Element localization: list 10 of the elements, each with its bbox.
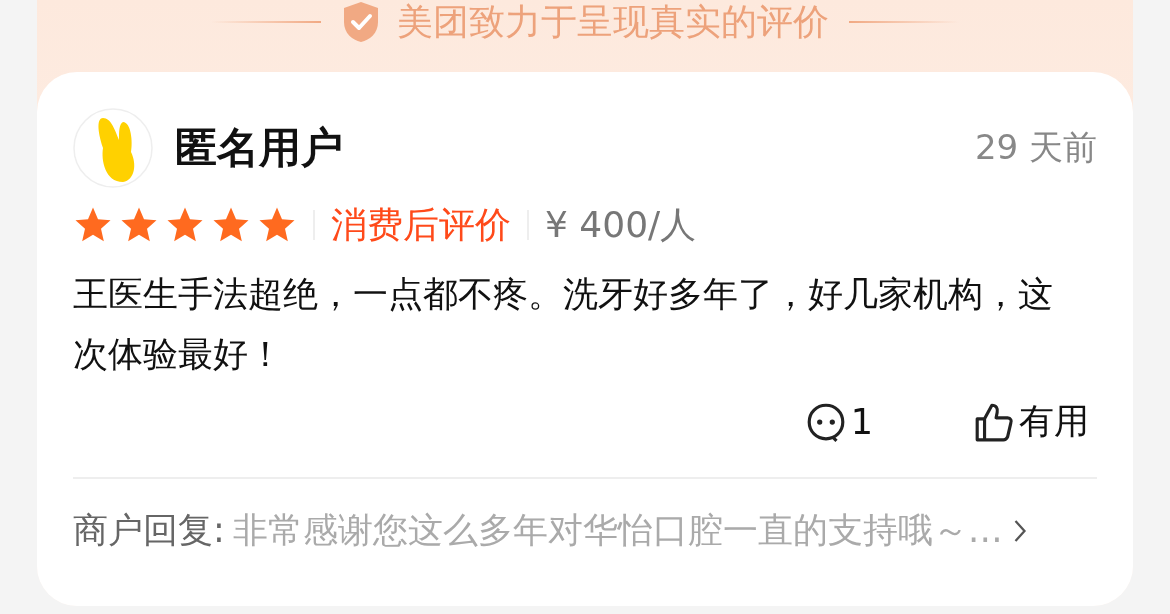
price-per-person: ¥ 400/人 [545,202,697,247]
review-text: 王医生手法超绝，一点都不疼。洗牙好多年了，好几家机构，这次体验最好！ [73,273,1054,376]
review-tag: 消费后评价 [331,200,511,250]
comment-button[interactable]: 1 [804,398,873,445]
shield-check-icon [341,0,381,44]
banner-text: 美团致力于呈现真实的评价 [397,0,829,44]
useful-button[interactable]: 有用 [973,398,1089,445]
reply-label: 商户回复: [73,509,225,552]
user-name: 匿名用户 [175,122,343,174]
review-time: 29 天前 [974,126,1097,169]
